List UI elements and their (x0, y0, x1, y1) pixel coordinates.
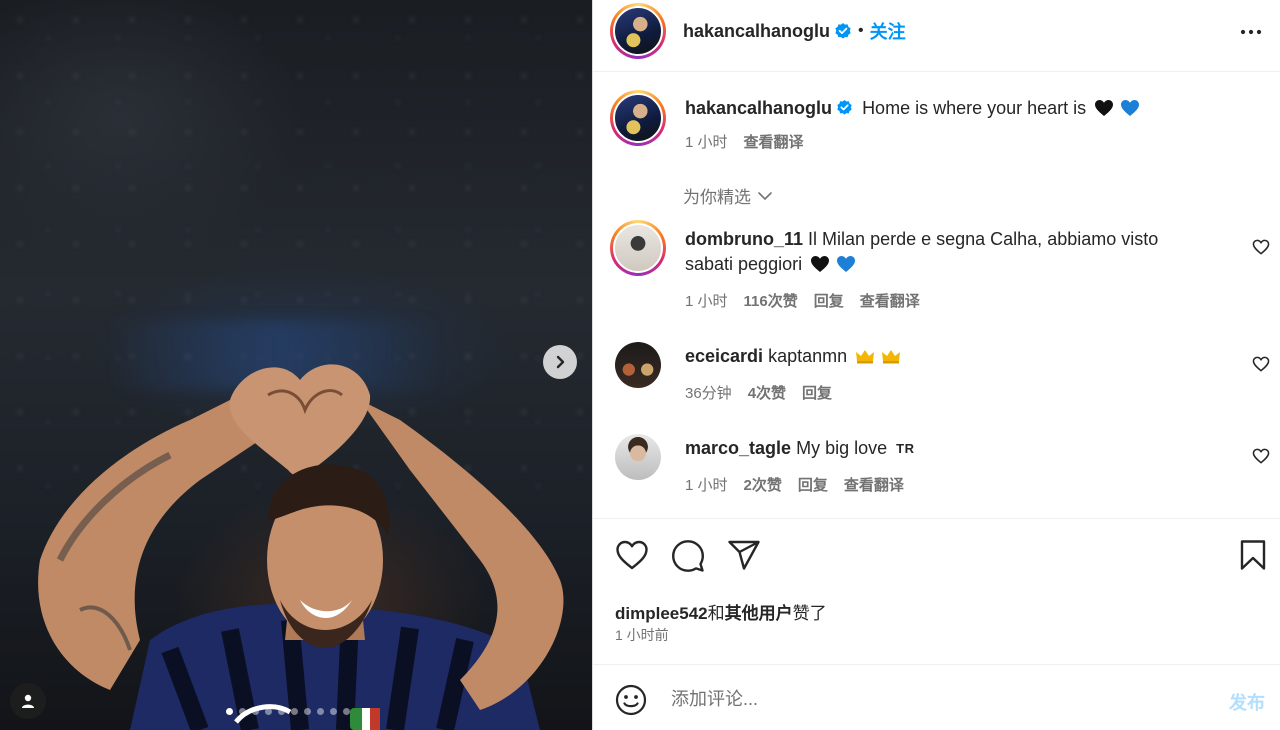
header-separator: • (858, 22, 864, 39)
comment-text: dombruno_11 Il Milan perde e segna Calha… (685, 227, 1205, 277)
avatar-image (613, 223, 663, 273)
comment-time: 1 小时 (685, 477, 728, 494)
verified-badge-icon (837, 99, 852, 115)
caption-time: 1 小时 (685, 134, 728, 151)
caption-text-line: hakancalhanoglu Home is where your heart… (685, 96, 1205, 121)
comment-body: My big love (796, 438, 888, 458)
comment-bubble-icon[interactable] (671, 539, 705, 573)
likes-suffix: 赞了 (792, 604, 827, 623)
carousel-dot (317, 708, 324, 715)
caption-author-avatar[interactable] (610, 90, 666, 146)
tagged-users-button[interactable] (10, 683, 46, 719)
user-tag-icon (22, 694, 34, 708)
comment-translate-link[interactable]: 查看翻译 (844, 474, 904, 495)
chevron-right-icon (556, 355, 565, 369)
comment-meta: 1 小时 2次赞 回复 查看翻译 (685, 474, 904, 495)
emoji-smiley-icon[interactable] (615, 684, 647, 716)
comment-reply-button[interactable]: 回复 (814, 290, 844, 311)
comment-time: 1 小时 (685, 293, 728, 310)
carousel-dot (239, 708, 246, 715)
post-timestamp[interactable]: 1 小时前 (615, 625, 669, 645)
crown-icon (882, 350, 901, 364)
comment-meta: 36分钟 4次赞 回复 (685, 382, 832, 403)
flag-tr-icon: TR (896, 441, 915, 456)
carousel-dot (265, 708, 272, 715)
likes-connector: 和 (707, 604, 725, 623)
comment-item: eceicardi kaptanmn 36分钟 4次赞 回复 (593, 342, 1280, 412)
caption-body: Home is where your heart is (862, 98, 1087, 118)
avatar-image (613, 93, 663, 143)
likes-summary: dimplee542和其他用户赞了 (615, 599, 827, 624)
for-you-label: 为你精选 (683, 188, 751, 207)
carousel-next-button[interactable] (543, 345, 577, 379)
commenter-avatar[interactable] (610, 220, 666, 276)
player-heart-gesture-photo (38, 364, 564, 730)
post-comment-button[interactable]: 发布 (1229, 689, 1265, 715)
commenter-avatar[interactable] (615, 342, 661, 388)
black-heart-icon (1095, 100, 1114, 116)
comment-meta: 1 小时 116次赞 回复 查看翻译 (685, 290, 920, 311)
comment-username[interactable]: eceicardi (685, 346, 763, 366)
share-send-icon[interactable] (727, 539, 761, 571)
carousel-dot (330, 708, 337, 715)
comment-input[interactable] (669, 683, 1193, 715)
comment-reply-button[interactable]: 回复 (798, 474, 828, 495)
caption-username[interactable]: hakancalhanoglu (685, 98, 832, 118)
carousel-dot (226, 708, 233, 715)
comment-time: 36分钟 (685, 385, 732, 402)
black-heart-icon (811, 256, 830, 272)
comment-composer: 发布 (593, 664, 1280, 730)
carousel-dot (278, 708, 285, 715)
for-you-filter[interactable]: 为你精选 (683, 183, 773, 208)
like-comment-heart-icon[interactable] (1252, 356, 1270, 372)
commenter-avatar[interactable] (615, 434, 661, 480)
comment-text: eceicardi kaptanmn (685, 344, 1205, 369)
like-comment-heart-icon[interactable] (1252, 448, 1270, 464)
carousel-dot (291, 708, 298, 715)
comment-item: dombruno_11 Il Milan perde e segna Calha… (593, 220, 1280, 320)
carousel-dot (252, 708, 259, 715)
save-bookmark-icon[interactable] (1239, 539, 1267, 571)
comment-item: marco_tagle My big love TR 1 小时 2次赞 回复 查… (593, 434, 1280, 504)
post-actions-bar: dimplee542和其他用户赞了 1 小时前 (593, 518, 1280, 664)
post-detail-panel: hakancalhanoglu • 关注 hakancalhanoglu Hom… (592, 0, 1280, 730)
post-caption: hakancalhanoglu Home is where your heart… (593, 90, 1280, 170)
follow-button[interactable]: 关注 (870, 18, 906, 44)
liked-by-others[interactable]: 其他用户 (725, 604, 793, 623)
author-username[interactable]: hakancalhanoglu (683, 21, 830, 42)
comment-username[interactable]: dombruno_11 (685, 229, 803, 249)
blue-heart-icon (1121, 100, 1140, 116)
liked-by-user[interactable]: dimplee542 (615, 604, 708, 623)
comment-username[interactable]: marco_tagle (685, 438, 791, 458)
comment-reply-button[interactable]: 回复 (802, 382, 832, 403)
crown-icon (856, 350, 875, 364)
avatar-image (613, 6, 663, 56)
carousel-dot (343, 708, 350, 715)
author-avatar[interactable] (610, 3, 666, 59)
caption-meta: 1 小时 查看翻译 (685, 131, 804, 152)
comment-text: marco_tagle My big love TR (685, 436, 1205, 461)
verified-badge-icon (835, 23, 851, 39)
post-media[interactable] (0, 0, 592, 730)
carousel-dot (304, 708, 311, 715)
more-options-icon[interactable] (1239, 20, 1263, 44)
comment-translate-link[interactable]: 查看翻译 (860, 290, 920, 311)
chevron-down-icon (758, 191, 772, 200)
like-comment-heart-icon[interactable] (1252, 239, 1270, 255)
comment-likes[interactable]: 4次赞 (748, 382, 786, 403)
like-heart-icon[interactable] (615, 539, 649, 571)
blue-heart-icon (837, 256, 856, 272)
carousel-indicator (226, 708, 350, 715)
comment-likes[interactable]: 2次赞 (744, 474, 782, 495)
caption-translate-link[interactable]: 查看翻译 (744, 131, 804, 152)
comment-body: kaptanmn (768, 346, 848, 366)
post-header: hakancalhanoglu • 关注 (593, 0, 1280, 72)
comment-likes[interactable]: 116次赞 (744, 290, 798, 311)
